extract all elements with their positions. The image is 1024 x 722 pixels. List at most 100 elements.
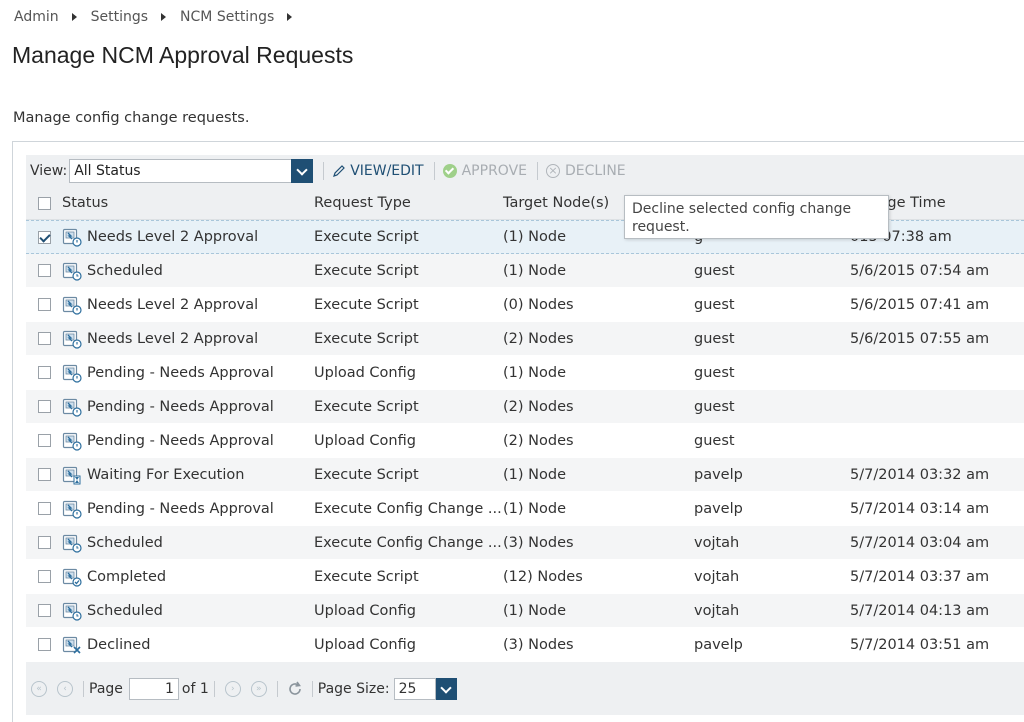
view-filter-dropdown-button[interactable] [291, 159, 314, 183]
target-nodes-link[interactable]: (1) Node [503, 263, 694, 279]
status-cell: Needs Level 2 Approval [62, 227, 314, 247]
breadcrumb-ncm-settings[interactable]: NCM Settings [180, 9, 274, 25]
row-checkbox-cell [26, 230, 62, 244]
row-checkbox[interactable] [37, 434, 51, 447]
status-cell: Completed [62, 567, 314, 587]
user-cell: pavelp [694, 466, 743, 483]
row-checkbox-cell [26, 570, 62, 583]
table-row[interactable]: Waiting For Execution Execute Script (1) N… [26, 458, 1024, 492]
previous-page-icon[interactable]: ‹ [57, 681, 73, 697]
breadcrumb: Admin Settings NCM Settings [14, 9, 306, 25]
status-cell: Pending - Needs Approval [62, 499, 314, 519]
view-filter-select[interactable]: All Status [69, 159, 314, 183]
breadcrumb-settings[interactable]: Settings [91, 9, 148, 25]
page-size-select[interactable]: 25 [393, 678, 457, 700]
approval-request-icon [62, 364, 82, 383]
next-page-icon[interactable]: › [224, 681, 241, 697]
grid-body: Needs Level 2 Approval Execute Script (1) … [26, 220, 1024, 662]
pager-divider [311, 681, 313, 697]
target-nodes-link[interactable]: (1) Node [503, 467, 694, 483]
change-time-cell: 5/7/2014 03:32 am [850, 466, 990, 483]
status-text: Scheduled [87, 534, 163, 551]
table-row[interactable]: Scheduled Upload Config (1) Node vojtah 5/7/… [26, 594, 1024, 628]
last-page-icon[interactable]: » [250, 681, 267, 697]
change-time-cell: 5/6/2015 07:41 am [850, 296, 990, 313]
select-all-checkbox[interactable] [37, 196, 51, 210]
table-row[interactable]: Needs Level 2 Approval Execute Script (2) … [26, 322, 1024, 356]
target-nodes-link[interactable]: (2) Nodes [503, 331, 694, 347]
decline-button[interactable]: × DECLINE [546, 163, 626, 179]
target-nodes-link[interactable]: (3) Nodes [503, 535, 694, 551]
requests-grid: Status Request Type Target Node(s) Chang… [26, 187, 1024, 662]
status-text: Completed [87, 568, 167, 585]
page-size-dropdown-button[interactable] [435, 678, 457, 700]
view-edit-button[interactable]: VIEW/EDIT [332, 163, 424, 179]
target-nodes-link[interactable]: (3) Nodes [503, 637, 694, 653]
row-checkbox[interactable] [37, 502, 51, 515]
request-type-cell: Execute Script [314, 262, 419, 279]
table-row[interactable]: Pending - Needs Approval Upload Config (1)… [26, 356, 1024, 390]
table-row[interactable]: Pending - Needs Approval Upload Config (2)… [26, 424, 1024, 458]
grid-toolbar: View: All Status VIEW/EDIT APPROVE × DEC… [26, 155, 1024, 187]
table-row[interactable]: Scheduled Execute Script (1) Node guest 5/6/… [26, 254, 1024, 288]
row-checkbox[interactable] [37, 604, 51, 617]
target-nodes-link[interactable]: (12) Nodes [503, 569, 694, 585]
status-text: Pending - Needs Approval [87, 500, 274, 517]
refresh-icon[interactable] [287, 681, 303, 697]
status-cell: Scheduled [62, 601, 314, 621]
pager-divider [213, 681, 215, 697]
column-header-request-type[interactable]: Request Type [314, 195, 503, 211]
user-cell: guest [694, 432, 735, 449]
table-row[interactable]: Pending - Needs Approval Execute Script (2… [26, 390, 1024, 424]
declined-request-icon [62, 636, 81, 654]
row-checkbox[interactable] [37, 570, 51, 583]
row-checkbox[interactable] [37, 400, 51, 413]
approve-label: APPROVE [461, 163, 527, 179]
row-checkbox[interactable] [37, 468, 51, 481]
table-row[interactable]: Pending - Needs Approval Execute Config C… [26, 492, 1024, 526]
status-text: Pending - Needs Approval [87, 432, 274, 449]
page-number-input[interactable]: 1 [128, 678, 179, 700]
row-checkbox[interactable] [37, 298, 51, 311]
row-checkbox[interactable] [37, 536, 51, 549]
change-time-cell: 5/6/2015 07:54 am [850, 262, 990, 279]
request-type-cell: Upload Config [314, 636, 416, 653]
row-checkbox-cell [26, 298, 62, 311]
breadcrumb-admin[interactable]: Admin [14, 9, 59, 25]
row-checkbox[interactable] [37, 332, 51, 345]
target-nodes-link[interactable]: (0) Nodes [503, 297, 694, 313]
column-header-status[interactable]: Status [62, 195, 314, 211]
target-nodes-link[interactable]: (2) Nodes [503, 433, 694, 449]
status-cell: Needs Level 2 Approval [62, 329, 314, 349]
row-checkbox[interactable] [37, 264, 51, 277]
table-row[interactable]: Completed Execute Script (12) Nodes vojtah 5… [26, 560, 1024, 594]
decline-x-icon: × [546, 164, 560, 178]
target-nodes-link[interactable]: (1) Node [503, 365, 694, 381]
status-cell: Pending - Needs Approval [62, 363, 314, 383]
target-nodes-link[interactable]: (1) Node [503, 603, 694, 619]
approve-button[interactable]: APPROVE [442, 163, 527, 179]
page-description: Manage config change requests. [13, 110, 250, 126]
pagination-bar: « ‹ Page 1 of 1 › » Page Size: 25 [26, 673, 1024, 705]
target-nodes-link[interactable]: (1) Node [503, 501, 694, 517]
row-checkbox[interactable] [37, 366, 51, 379]
user-cell: guest [694, 296, 735, 313]
first-page-icon[interactable]: « [31, 681, 47, 697]
breadcrumb-arrow-icon [287, 13, 293, 21]
user-cell: vojtah [694, 602, 740, 619]
approval-request-icon [62, 330, 82, 349]
user-cell: vojtah [694, 568, 740, 585]
toolbar-divider [323, 162, 325, 180]
view-edit-label: VIEW/EDIT [350, 163, 424, 179]
row-checkbox[interactable] [37, 638, 51, 651]
breadcrumb-arrow-icon [161, 13, 167, 21]
table-row[interactable]: Declined Upload Config (3) Nodes pavelp 5/7/… [26, 628, 1024, 662]
table-row[interactable]: Scheduled Execute Config Change ... (3) No… [26, 526, 1024, 560]
row-checkbox-cell [26, 536, 62, 549]
target-nodes-link[interactable]: (2) Nodes [503, 399, 694, 415]
row-checkbox[interactable] [37, 230, 51, 244]
status-text: Scheduled [87, 602, 163, 619]
decline-label: DECLINE [565, 163, 626, 179]
view-label: View: [30, 163, 68, 179]
table-row[interactable]: Needs Level 2 Approval Execute Script (0) … [26, 288, 1024, 322]
